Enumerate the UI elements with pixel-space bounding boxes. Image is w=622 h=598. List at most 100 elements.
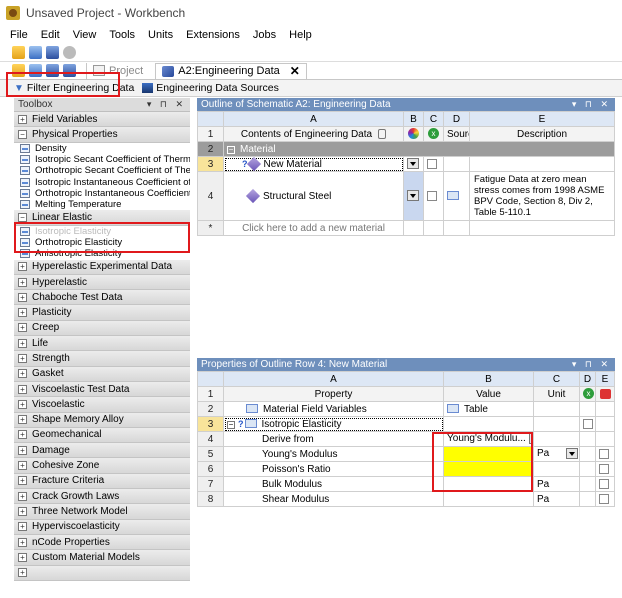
checkbox-cell[interactable]: [423, 171, 444, 221]
panel-controls[interactable]: ▾ ⊓ ✕: [147, 99, 186, 110]
toolbox-item-anisotropic-elasticity[interactable]: Anisotropic Elasticity: [14, 248, 190, 259]
column-a[interactable]: A: [223, 371, 444, 387]
category-item[interactable]: + Three Network Model: [14, 504, 190, 520]
expand-icon[interactable]: +: [18, 476, 27, 486]
expand-icon[interactable]: +: [18, 308, 27, 318]
menu-file[interactable]: File: [10, 29, 28, 41]
menu-jobs[interactable]: Jobs: [253, 29, 276, 41]
menu-help[interactable]: Help: [289, 29, 312, 41]
description-cell[interactable]: Fatigue Data at zero mean stress comes f…: [469, 171, 615, 221]
expand-icon[interactable]: +: [18, 114, 27, 124]
material-name-cell[interactable]: ? New Material: [223, 156, 404, 172]
expand-icon[interactable]: +: [18, 338, 27, 348]
checkbox[interactable]: [599, 478, 609, 489]
checkbox-cell[interactable]: [595, 461, 615, 477]
category-item[interactable]: + Viscoelastic: [14, 397, 190, 413]
checkbox[interactable]: [427, 158, 437, 169]
dropdown-icon[interactable]: [407, 158, 419, 170]
category-field-variables[interactable]: + Field Variables: [14, 112, 190, 128]
category-item[interactable]: + Strength: [14, 351, 190, 367]
save-project-icon[interactable]: [46, 46, 59, 59]
tab-project[interactable]: Project: [86, 62, 149, 79]
menu-view[interactable]: View: [73, 29, 97, 41]
checkbox-cell[interactable]: [595, 476, 615, 492]
open-icon[interactable]: [29, 64, 42, 77]
appearance-cell[interactable]: [403, 156, 424, 172]
menu-extensions[interactable]: Extensions: [186, 29, 240, 41]
table-row-derive-from[interactable]: 4 Derive from Young's Modulu...: [197, 431, 615, 447]
checkbox-cell[interactable]: [595, 491, 615, 507]
collapse-icon[interactable]: −: [227, 420, 235, 429]
expand-icon[interactable]: +: [18, 491, 27, 501]
column-b[interactable]: B: [443, 371, 534, 387]
category-item[interactable]: + Custom Material Models: [14, 550, 190, 566]
expand-icon[interactable]: +: [18, 430, 27, 440]
collapse-icon[interactable]: −: [18, 129, 27, 139]
table-row-structural-steel[interactable]: 4 Structural Steel Fatigue Data at zero …: [197, 171, 615, 221]
table-row-bulk-modulus[interactable]: 7 Bulk Modulus Pa: [197, 476, 615, 492]
save-icon[interactable]: [46, 64, 59, 77]
category-item[interactable]: + Fracture Criteria: [14, 473, 190, 490]
category-item[interactable]: + Hyperelastic: [14, 274, 190, 291]
save-as-icon[interactable]: [63, 64, 76, 77]
category-item[interactable]: + nCode Properties: [14, 534, 190, 551]
tab-engineering-data[interactable]: A2:Engineering Data ✕: [155, 62, 307, 79]
category-linear-elastic[interactable]: − Linear Elastic: [14, 210, 190, 226]
category-physical-properties[interactable]: − Physical Properties: [14, 127, 190, 143]
new-icon[interactable]: [12, 64, 25, 77]
category-item[interactable]: + Geomechanical: [14, 427, 190, 444]
table-row-isotropic-elasticity[interactable]: 3 −? Isotropic Elasticity: [197, 416, 615, 432]
expand-icon[interactable]: +: [18, 292, 27, 302]
dropdown-icon[interactable]: [528, 433, 533, 445]
toolbox-item[interactable]: Isotropic Secant Coefficient of Thermal …: [14, 154, 190, 165]
checkbox[interactable]: [583, 418, 593, 429]
new-project-icon[interactable]: [12, 46, 25, 59]
menu-tools[interactable]: Tools: [109, 29, 135, 41]
category-item[interactable]: + Life: [14, 336, 190, 352]
checkbox-cell[interactable]: [423, 156, 444, 172]
panel-controls[interactable]: ▾ ⊓ ✕: [572, 359, 611, 370]
expand-icon[interactable]: +: [18, 323, 27, 333]
description-cell[interactable]: [469, 156, 615, 172]
column-d[interactable]: D: [443, 111, 470, 127]
category-item[interactable]: + Viscoelastic Test Data: [14, 381, 190, 398]
expand-icon[interactable]: +: [18, 445, 27, 455]
expand-icon[interactable]: +: [18, 568, 27, 578]
toolbox-item[interactable]: Orthotropic Instantaneous Coefficient of: [14, 188, 190, 199]
value-cell[interactable]: Table: [443, 401, 534, 417]
category-item[interactable]: + Cohesive Zone: [14, 458, 190, 474]
expand-icon[interactable]: +: [18, 369, 27, 379]
column-c[interactable]: C: [533, 371, 580, 387]
column-e[interactable]: E: [469, 111, 615, 127]
toolbox-item-melting-temperature[interactable]: Melting Temperature: [14, 199, 190, 210]
table-row-new-material[interactable]: 3 ? New Material: [197, 156, 615, 172]
expand-icon[interactable]: +: [18, 277, 27, 287]
dropdown-icon[interactable]: [407, 190, 419, 202]
expand-icon[interactable]: +: [18, 353, 27, 363]
unit-select[interactable]: Pa: [533, 446, 580, 462]
expand-icon[interactable]: +: [18, 415, 27, 425]
collapse-icon[interactable]: −: [18, 213, 27, 223]
close-tab-icon[interactable]: ✕: [290, 64, 300, 78]
column-e[interactable]: E: [595, 371, 615, 387]
menu-units[interactable]: Units: [148, 29, 173, 41]
property-cell[interactable]: −? Isotropic Elasticity: [223, 416, 444, 432]
filter-engineering-data-button[interactable]: ▼ Filter Engineering Data: [14, 82, 134, 94]
dropdown-icon[interactable]: [566, 448, 579, 460]
checkbox[interactable]: [599, 448, 609, 459]
table-row-shear-modulus[interactable]: 8 Shear Modulus Pa: [197, 491, 615, 507]
panel-controls[interactable]: ▾ ⊓ ✕: [572, 99, 611, 110]
expand-icon[interactable]: +: [18, 552, 27, 562]
refresh-icon[interactable]: [63, 46, 76, 59]
toolbox-item[interactable]: Isotropic Instantaneous Coefficient of T…: [14, 176, 190, 188]
category-item[interactable]: + Damage: [14, 443, 190, 459]
category-item[interactable]: + Hyperviscoelasticity: [14, 519, 190, 535]
expand-icon[interactable]: +: [18, 262, 27, 272]
checkbox[interactable]: [427, 190, 437, 201]
add-material-cell[interactable]: Click here to add a new material: [223, 220, 404, 236]
expand-icon[interactable]: +: [18, 522, 27, 532]
table-row-add-new[interactable]: * Click here to add a new material: [197, 220, 615, 236]
checkbox-cell[interactable]: [595, 446, 615, 462]
table-row-material-field-variables[interactable]: 2 Material Field Variables Table: [197, 401, 615, 417]
collapse-icon[interactable]: −: [227, 145, 235, 154]
